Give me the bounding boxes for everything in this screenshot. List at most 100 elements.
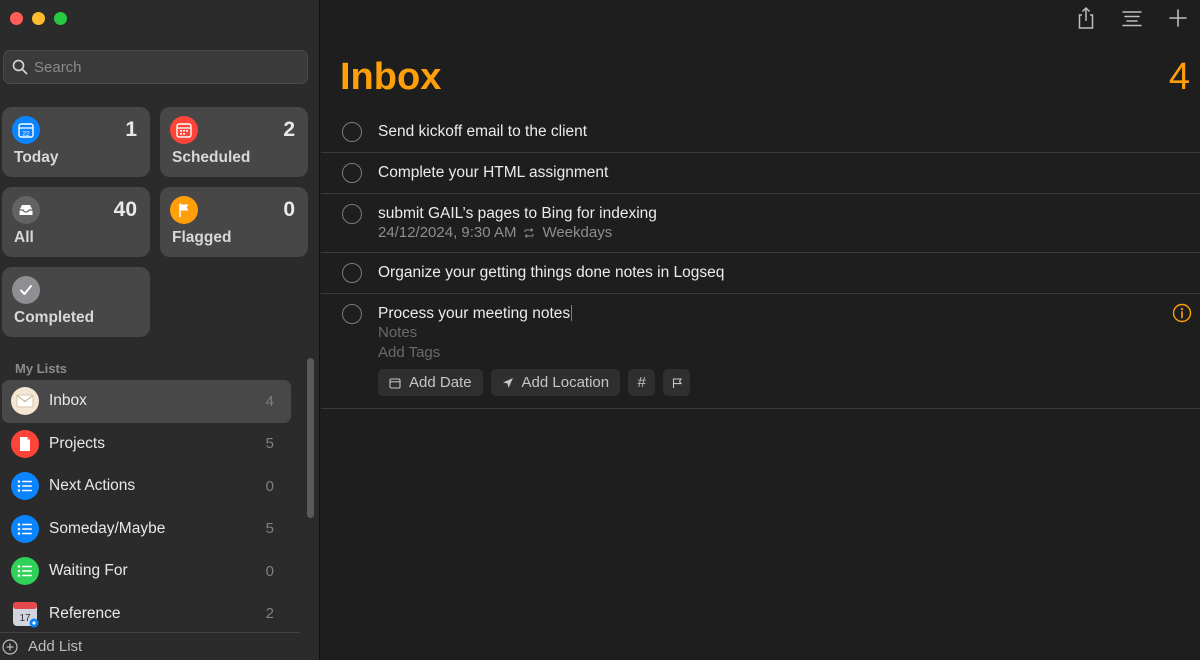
add-reminder-button[interactable]: [1166, 6, 1190, 30]
reminder-item[interactable]: Send kickoff email to the client: [321, 112, 1200, 153]
list-bullet-icon: [11, 514, 39, 543]
reminder-title[interactable]: Complete your HTML assignment: [378, 153, 1200, 182]
reminder-list: Send kickoff email to the client Complet…: [321, 112, 1200, 409]
list-count: 0: [265, 477, 274, 495]
view-options-icon: [1122, 11, 1142, 27]
add-list-button[interactable]: Add List: [2, 638, 82, 655]
main-pane: Inbox 4 Send kickoff email to the client…: [321, 0, 1200, 660]
list-item-someday-maybe[interactable]: Someday/Maybe 5: [2, 508, 291, 551]
repeat-icon: [524, 228, 535, 238]
info-icon: [1172, 303, 1192, 323]
add-date-button[interactable]: Add Date: [378, 369, 483, 396]
complete-checkbox[interactable]: [342, 163, 362, 183]
window-controls: [10, 12, 67, 25]
reminder-item[interactable]: submit GAIL’s pages to Bing for indexing…: [321, 194, 1200, 253]
calendar-today-icon: 22: [12, 116, 40, 144]
smart-list-all[interactable]: 40 All: [2, 187, 150, 257]
hashtag-icon: #: [637, 374, 646, 391]
close-window-button[interactable]: [10, 12, 23, 25]
reminder-actions: Add Date Add Location #: [378, 369, 1200, 396]
envelope-icon: [11, 387, 39, 416]
text-caret: [571, 305, 573, 321]
complete-checkbox[interactable]: [342, 263, 362, 283]
list-bullet-icon: [11, 472, 39, 501]
smart-list-flagged[interactable]: 0 Flagged: [160, 187, 308, 257]
list-count: 5: [265, 435, 274, 453]
reminder-item-editing[interactable]: Process your meeting notes Notes Add Tag…: [321, 294, 1200, 409]
list-item-projects[interactable]: Projects 5: [2, 423, 291, 466]
list-bullet-icon: [11, 557, 39, 586]
complete-checkbox[interactable]: [342, 204, 362, 224]
list-item-waiting-for[interactable]: Waiting For 0: [2, 550, 291, 593]
calendar-scheduled-icon: [170, 116, 198, 144]
add-location-button[interactable]: Add Location: [490, 369, 621, 396]
reminder-item[interactable]: Organize your getting things done notes …: [321, 253, 1200, 294]
search-icon: [12, 59, 28, 75]
info-button[interactable]: [1172, 303, 1192, 328]
completed-label: Completed: [14, 309, 95, 326]
zoom-window-button[interactable]: [54, 12, 67, 25]
notes-field[interactable]: Notes: [378, 323, 1200, 343]
toolbar: [1074, 6, 1190, 30]
add-icon: [1169, 9, 1187, 27]
add-list-label: Add List: [28, 638, 83, 655]
flagged-count: 0: [283, 198, 295, 221]
calendar-file-icon: 17: [11, 600, 39, 628]
list-name: Someday/Maybe: [49, 519, 166, 537]
svg-text:22: 22: [22, 130, 30, 137]
today-count: 1: [125, 118, 137, 141]
share-button[interactable]: [1074, 6, 1098, 30]
today-label: Today: [14, 149, 59, 166]
smart-list-completed[interactable]: Completed: [2, 267, 150, 337]
list-count: 5: [265, 520, 274, 538]
flag-icon: [170, 196, 198, 224]
reminder-title[interactable]: Send kickoff email to the client: [378, 112, 1200, 141]
list-name: Reference: [49, 604, 121, 622]
location-arrow-icon: [502, 377, 513, 388]
smart-list-today[interactable]: 22 1 Today: [2, 107, 150, 177]
minimize-window-button[interactable]: [32, 12, 45, 25]
checkmark-icon: [12, 276, 40, 304]
calendar-icon: [389, 377, 401, 389]
list-count: 4: [265, 392, 274, 410]
reminder-title[interactable]: Organize your getting things done notes …: [378, 253, 1200, 282]
page-title: Inbox: [340, 56, 442, 98]
complete-checkbox[interactable]: [342, 304, 362, 324]
repeat-label: Weekdays: [542, 224, 613, 241]
sidebar-scrollbar[interactable]: [307, 358, 314, 518]
search-field[interactable]: [3, 50, 308, 84]
complete-checkbox[interactable]: [342, 122, 362, 142]
share-icon: [1078, 6, 1094, 29]
reminder-title[interactable]: submit GAIL’s pages to Bing for indexing: [378, 194, 1200, 223]
flag-button[interactable]: [663, 369, 691, 396]
reminder-count: 4: [1168, 56, 1190, 98]
reminder-item[interactable]: Complete your HTML assignment: [321, 153, 1200, 194]
search-input[interactable]: [34, 58, 294, 76]
svg-text:17: 17: [19, 613, 31, 624]
add-tag-button[interactable]: #: [628, 369, 656, 396]
list-name: Waiting For: [49, 562, 128, 580]
flagged-label: Flagged: [172, 229, 232, 246]
scheduled-label: Scheduled: [172, 149, 251, 166]
my-lists-header: My Lists: [15, 361, 68, 376]
view-options-button[interactable]: [1120, 6, 1144, 30]
scheduled-count: 2: [283, 118, 295, 141]
plus-circle-icon: [2, 638, 18, 655]
add-tags-field[interactable]: Add Tags: [378, 343, 1200, 363]
all-count: 40: [113, 198, 137, 221]
all-label: All: [14, 229, 34, 246]
reminder-title-input[interactable]: Process your meeting notes: [378, 294, 1200, 323]
list-name: Next Actions: [49, 477, 136, 495]
document-icon: [11, 429, 39, 458]
list-item-reference[interactable]: 17 Reference 2: [2, 593, 291, 636]
list-item-next-actions[interactable]: Next Actions 0: [2, 465, 291, 508]
list-item-inbox[interactable]: Inbox 4: [2, 380, 291, 423]
list-count: 0: [265, 562, 274, 580]
list-name: Inbox: [49, 392, 87, 410]
divider: [0, 632, 300, 633]
reminder-due: 24/12/2024, 9:30 AM Weekdays: [378, 223, 1200, 243]
smart-list-scheduled[interactable]: 2 Scheduled: [160, 107, 308, 177]
sidebar: 22 1 Today 2 Scheduled 40 All 0 Flagged …: [0, 0, 320, 660]
list-name: Projects: [49, 434, 105, 452]
due-date: 24/12/2024, 9:30 AM: [378, 224, 517, 241]
